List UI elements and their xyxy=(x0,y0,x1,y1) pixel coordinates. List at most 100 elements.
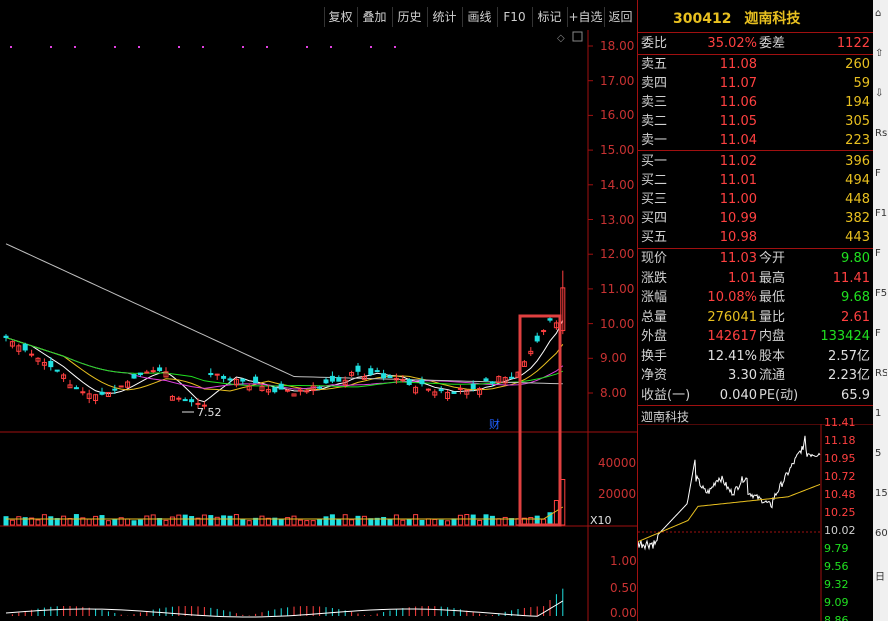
side-tool-icon[interactable]: 1 xyxy=(875,408,887,422)
volume-bar xyxy=(48,516,54,526)
candle-body xyxy=(54,369,60,372)
order-level-label: 买一 xyxy=(641,154,668,169)
volume-bar xyxy=(323,516,329,526)
price-axis-label: 15.00 xyxy=(600,143,635,158)
signal-dot xyxy=(10,46,12,48)
candle-body xyxy=(48,360,54,368)
volume-bar xyxy=(310,520,316,526)
history-button[interactable]: 历史 xyxy=(392,7,426,27)
buy-row: 买二 11.01 494 xyxy=(641,171,873,190)
side-tool-icon[interactable]: F5 xyxy=(875,288,887,302)
order-level-label: 买四 xyxy=(641,211,668,226)
finance-marker[interactable]: 财 xyxy=(489,416,500,432)
volume-bar xyxy=(259,515,265,526)
volume-bar xyxy=(432,518,438,526)
volume-bar xyxy=(189,516,195,526)
ma30-line xyxy=(5,337,564,388)
volume-bar xyxy=(336,518,342,526)
buy-row: 买一 11.02 396 xyxy=(641,152,873,171)
mini-axis-label: 8.86 xyxy=(824,614,849,621)
separator xyxy=(638,150,874,151)
volume-bar xyxy=(553,500,559,526)
candle-body xyxy=(387,375,393,379)
macd-axis-label-05: 0.50 xyxy=(610,581,637,595)
signal-dot xyxy=(74,46,76,48)
side-tool-icon[interactable]: ⌂ xyxy=(875,8,887,22)
quote-panel: 300412 迦南科技 委比 35.02% 委差 1122 卖五 11.08 260… xyxy=(637,0,874,621)
stat-row: 换手 12.41% 股本 2.57亿 xyxy=(641,347,873,366)
buy-row: 买四 10.99 382 xyxy=(641,209,873,228)
sell-row: 卖三 11.06 194 xyxy=(641,93,873,112)
weicha-value: 1122 xyxy=(836,36,870,51)
overlay-button[interactable]: 叠加 xyxy=(357,7,391,27)
volume-bar xyxy=(214,516,220,526)
candle-body xyxy=(457,387,463,390)
candle-body xyxy=(470,383,476,390)
stat-row: 涨幅 10.08% 最低 9.68 xyxy=(641,288,873,307)
draw-line-button[interactable]: 画线 xyxy=(462,7,496,27)
side-tool-icon[interactable]: 15 xyxy=(875,488,887,502)
candle-body xyxy=(425,388,431,391)
webi-label: 委比 xyxy=(641,36,668,51)
signal-dot xyxy=(330,46,332,48)
candle-body xyxy=(73,387,79,390)
stock-code: 300412 xyxy=(673,11,732,27)
volume-bar xyxy=(35,519,41,526)
candle-body xyxy=(195,402,201,405)
stat-value: 2.61 xyxy=(841,309,870,325)
order-level-label: 买二 xyxy=(641,173,668,188)
stat-value: 276041 xyxy=(707,309,757,325)
signal-dot xyxy=(178,46,180,48)
volume-bar xyxy=(477,519,483,526)
volume-bar xyxy=(93,515,99,526)
side-tool-icon[interactable]: F xyxy=(875,248,887,262)
side-tool-icon[interactable]: ⇩ xyxy=(875,88,887,102)
side-tool-icon[interactable]: ⇧ xyxy=(875,48,887,62)
volume-bar xyxy=(406,518,412,526)
volume-bar xyxy=(3,516,9,526)
side-tool-icon[interactable]: 5 xyxy=(875,448,887,462)
volume-bar xyxy=(61,515,67,526)
volume-bar xyxy=(157,518,163,526)
candle-body xyxy=(355,365,361,372)
stat-value: 1.01 xyxy=(728,270,757,286)
sell-row: 卖一 11.04 223 xyxy=(641,131,873,150)
panel-toggle-icon xyxy=(572,31,583,42)
stat-value: 2.23亿 xyxy=(828,368,870,383)
mini-axis-label: 10.95 xyxy=(824,452,856,465)
kline-chart-area[interactable]: ◇ 18.00 17.00 16.00 15.00 14.00 13.00 12.00 11.… xyxy=(0,30,637,621)
volume-bar xyxy=(509,518,515,526)
side-tool-icon[interactable]: 日 xyxy=(875,568,887,582)
webi-value: 35.02% xyxy=(707,36,757,51)
candle-body xyxy=(253,376,259,384)
volume-bar xyxy=(400,519,406,526)
side-tool-icon[interactable]: 60 xyxy=(875,528,887,542)
volume-bar xyxy=(208,515,214,526)
f10-button[interactable]: F10 xyxy=(497,7,531,27)
candle-body xyxy=(329,375,335,382)
volume-bar xyxy=(329,514,335,526)
chart-toolbar: 复权 叠加 历史 统计 画线 F10 标记 +自选 返回 xyxy=(0,0,637,30)
side-tool-icon[interactable]: Rs xyxy=(875,128,887,142)
stock-name: 迦南科技 xyxy=(744,11,801,27)
stat-value: 12.41% xyxy=(707,348,757,364)
add-favorite-button[interactable]: +自选 xyxy=(567,7,603,27)
restore-rights-button[interactable]: 复权 xyxy=(324,7,356,27)
side-tool-icon[interactable]: F xyxy=(875,168,887,182)
statistics-button[interactable]: 统计 xyxy=(427,7,461,27)
candle-body xyxy=(317,386,323,389)
volume-bar xyxy=(137,519,143,526)
back-button[interactable]: 返回 xyxy=(604,7,636,27)
highlight-box xyxy=(518,314,562,527)
side-tool-icon[interactable]: RS xyxy=(875,368,887,382)
mark-button[interactable]: 标记 xyxy=(532,7,566,27)
candle-body xyxy=(157,367,163,372)
volume-bar xyxy=(489,515,495,526)
candle-body xyxy=(221,375,227,379)
side-tool-icon[interactable]: F xyxy=(875,328,887,342)
side-tool-icon[interactable]: F1 xyxy=(875,208,887,222)
price-grid xyxy=(588,45,593,394)
volume-bar xyxy=(483,514,489,526)
order-level-label: 买三 xyxy=(641,192,668,207)
order-price: 11.01 xyxy=(719,173,757,188)
